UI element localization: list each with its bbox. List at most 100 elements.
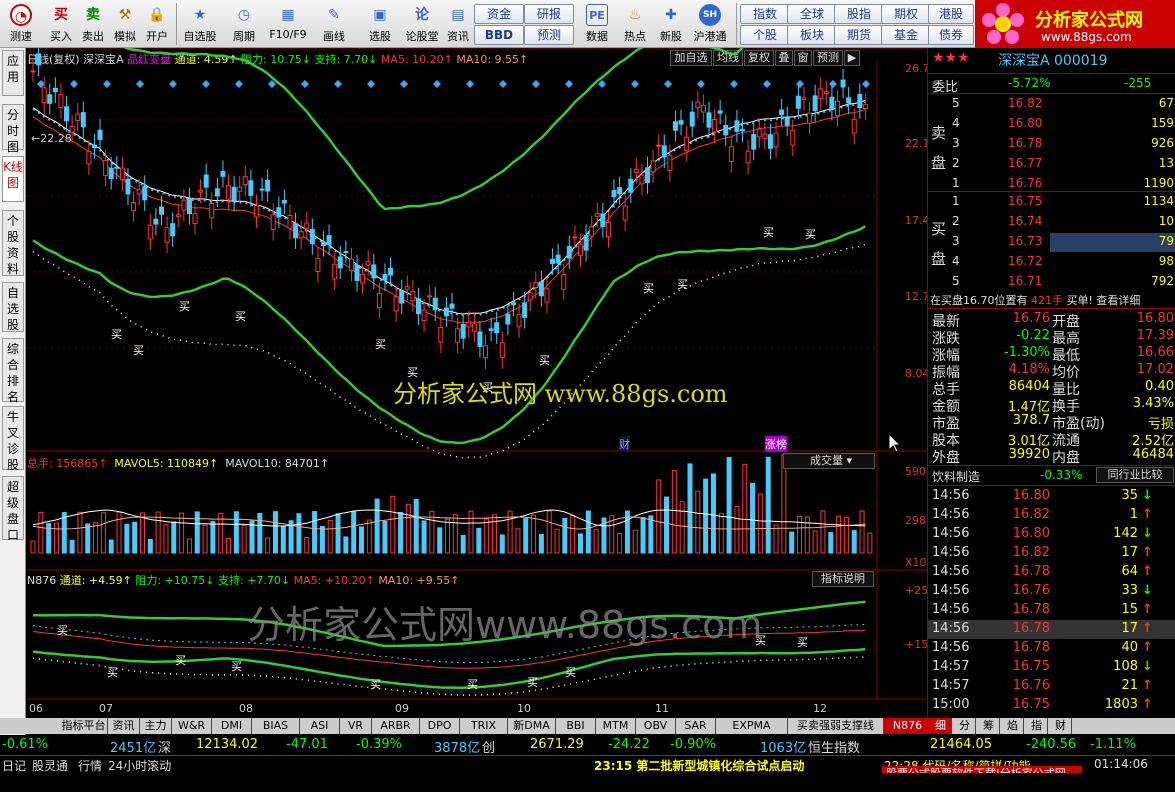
tick-direction: ↓ [1142, 526, 1153, 541]
pencil-icon: ✎ [328, 7, 340, 23]
indicator-tab[interactable]: ASI [300, 718, 340, 734]
stock-picker-button[interactable]: ▣ 选股 [360, 2, 400, 46]
tab-diagnosis[interactable]: 牛叉诊股 [2, 406, 24, 472]
simulate-button[interactable]: ⚒ 模拟 [108, 2, 142, 46]
bond-button[interactable]: 债券 [928, 25, 974, 45]
futures-button[interactable]: 期货 [834, 25, 884, 45]
quote-tab[interactable]: 焰 [1002, 718, 1024, 734]
capital-button[interactable]: 资金 [474, 4, 524, 24]
indicator-tab[interactable]: MTM [596, 718, 636, 734]
open-account-button[interactable]: 🔒 开户 [140, 2, 174, 46]
quote-tab[interactable]: 分 [954, 718, 976, 734]
tab-stock-info[interactable]: 个股资料 [2, 210, 24, 276]
indicator-tab[interactable]: VR [340, 718, 372, 734]
indicator-tab[interactable]: W&R [172, 718, 212, 734]
industry-compare-button[interactable]: 同行业比较 [1096, 467, 1174, 483]
buy-button[interactable]: 买买入 [44, 2, 78, 46]
options-button[interactable]: 期权 [881, 4, 931, 24]
data-button[interactable]: PE 数据 [580, 2, 614, 46]
volume-bar [484, 518, 490, 554]
speed-test-button[interactable]: ◔ 测速 [4, 2, 38, 46]
event-top-gainer[interactable]: 涨榜 [765, 436, 787, 452]
sector-button[interactable]: 板块 [787, 25, 837, 45]
index-button[interactable]: 指数 [740, 4, 790, 24]
indicator-tab[interactable]: BIAS [252, 718, 300, 734]
indicator-tab[interactable]: 资讯 [108, 718, 140, 734]
hotspot-button[interactable]: ♨ 热点 [618, 2, 652, 46]
status-diary[interactable]: 日记 [2, 757, 26, 774]
stock-index-button[interactable]: 股指 [834, 4, 884, 24]
indicator-tab[interactable]: ARBR [372, 718, 420, 734]
candle [762, 122, 768, 150]
news-button[interactable]: ▤ 资讯 [444, 2, 472, 46]
research-button[interactable]: 研报 [524, 4, 574, 24]
candle [661, 134, 667, 169]
quote-tab[interactable]: 细 [930, 718, 952, 734]
indicator-tab[interactable]: BBI [556, 718, 596, 734]
logo-url: www.88gs.com [1041, 30, 1132, 44]
status-24h[interactable]: 24小时滚动 [108, 757, 171, 774]
quote-tab[interactable]: 筹 [978, 718, 1000, 734]
status-quote[interactable]: 行情 [78, 757, 102, 774]
tab-intraday[interactable]: 分时图 [2, 104, 24, 154]
tab-apps[interactable]: 应用 [2, 50, 24, 96]
bid-volume: 1134 [1143, 194, 1174, 208]
volume-bar [304, 536, 310, 554]
tick-time: 14:56 [932, 526, 970, 541]
kline-chart-area[interactable]: 日线(复权) 深深宝A 品红变盘 通道: 4.59↑ 阻力: 10.75↓ 支持… [27, 48, 946, 718]
candle [818, 77, 824, 110]
indicator-tab[interactable]: 指标平台 [60, 718, 108, 734]
buy-signal-label: 买 [375, 338, 386, 351]
indicator-tab[interactable]: N876 [884, 718, 932, 734]
industry-name[interactable]: 饮料制造 [932, 468, 980, 485]
period-button[interactable]: ◷ 周期 [224, 2, 264, 46]
tick-direction: ↓ [1142, 583, 1153, 598]
quote-tab[interactable]: 指 [1026, 718, 1048, 734]
tab-ranking[interactable]: 综合排名 [2, 338, 24, 404]
volume-bar [460, 534, 466, 554]
indicator-tab[interactable]: OBV [636, 718, 676, 734]
indicator-tab[interactable]: 买卖强弱支撑线 [788, 718, 884, 734]
indicator-tab[interactable]: EXPMA [716, 718, 788, 734]
bid-notice[interactable]: 在买盘16.70位置有 421手 买单! 查看详细 [930, 292, 1140, 308]
tab-super-book[interactable]: 超级盘口 [2, 476, 24, 542]
bbd-button[interactable]: BBD [474, 25, 524, 45]
indicator-help-button[interactable]: 指标说明 [812, 571, 874, 587]
tab-watchlist[interactable]: 自选股 [2, 282, 24, 332]
forecast-button[interactable]: 预测 [524, 25, 574, 45]
tab-kline[interactable]: K线图 [2, 156, 24, 202]
global-button[interactable]: 全球 [787, 4, 837, 24]
indicator-tab[interactable]: SAR [676, 718, 716, 734]
volume-dropdown[interactable]: 成交量 ▾ [783, 453, 875, 469]
buy-signal-label: 买 [643, 282, 654, 295]
quote-tab[interactable]: 财 [1050, 718, 1072, 734]
watchlist-button[interactable]: ★ 自选股 [180, 2, 220, 46]
forum-button[interactable]: 论论股堂 [402, 2, 442, 46]
sell-button[interactable]: 卖卖出 [76, 2, 110, 46]
f10-button[interactable]: ▦ F10/F9 [266, 2, 310, 46]
candle [209, 192, 215, 229]
draw-line-button[interactable]: ✎ 画线 [314, 2, 354, 46]
hk-connect-button[interactable]: SH 沪港通 [690, 2, 730, 46]
status-stock-helper[interactable]: 股灵通 [32, 757, 68, 774]
indicator-tab[interactable]: 主力 [140, 718, 172, 734]
candle [538, 270, 544, 307]
indicator-tab[interactable]: DMI [212, 718, 252, 734]
candle [253, 194, 259, 229]
indicator-tab[interactable]: DPO [420, 718, 460, 734]
candle [298, 220, 304, 250]
indicator-tab[interactable]: 新DMA [508, 718, 556, 734]
candle [64, 95, 70, 132]
single-stock-button[interactable]: 个股 [740, 25, 790, 45]
tick-direction: ↓ [1142, 488, 1153, 503]
volume-bar [124, 523, 130, 554]
ipo-button[interactable]: ✚ 新股 [654, 2, 688, 46]
event-finance[interactable]: 财 [619, 436, 630, 452]
hk-stocks-button[interactable]: 港股 [928, 4, 974, 24]
tick-time: 14:57 [932, 659, 970, 674]
news-ticker[interactable]: 23:15 第二批新型城镇化综合试点启动 [594, 757, 804, 774]
max-price-label: ←22.28 [31, 132, 72, 145]
candle [667, 144, 673, 182]
fund-button[interactable]: 基金 [881, 25, 931, 45]
indicator-tab[interactable]: TRIX [460, 718, 508, 734]
